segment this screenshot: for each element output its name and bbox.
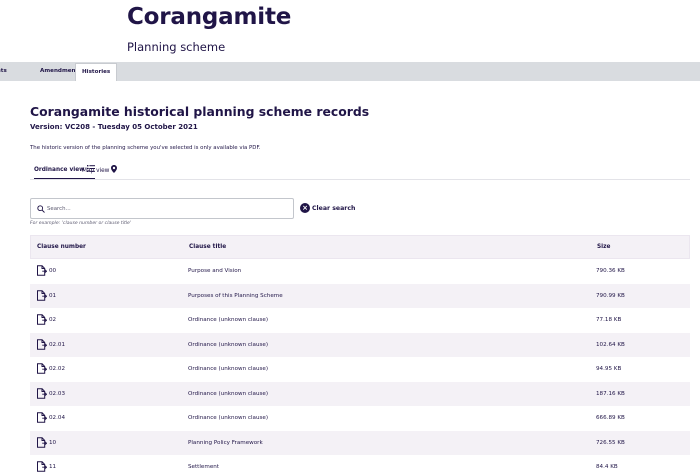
document-icon bbox=[37, 289, 47, 301]
clause-size: 790.36 KB bbox=[596, 268, 625, 274]
clause-size: 94.95 KB bbox=[596, 366, 622, 372]
clause-title: Planning Policy Framework bbox=[188, 439, 263, 446]
document-icon bbox=[37, 363, 47, 374]
search-box bbox=[30, 198, 294, 219]
clause-size: 726.55 KB bbox=[596, 439, 625, 446]
search-icon bbox=[37, 205, 45, 213]
table-row: 02 Ordinance (unknown clause) 77.18 KB bbox=[30, 308, 690, 333]
clauses-table: Clause number Clause title Size 00 Purpos… bbox=[30, 235, 690, 475]
version-label: Version: VC208 - Tuesday 05 October 2021 bbox=[30, 123, 198, 131]
clause-size: 666.89 KB bbox=[596, 415, 625, 421]
table-row: 02.04 Ordinance (unknown clause) 666.89 KB bbox=[30, 406, 690, 431]
map-view-tab[interactable]: Map view bbox=[82, 165, 118, 179]
table-row: 00 Purpose and Vision 790.36 KB bbox=[30, 259, 690, 284]
section-tab-bar: ents Amendments Histories bbox=[0, 62, 700, 81]
table-row: 02.02 Ordinance (unknown clause) 94.95 KB bbox=[30, 357, 690, 382]
clause-number-link[interactable]: 10 bbox=[49, 440, 56, 446]
clause-size: 84.4 KB bbox=[596, 464, 618, 470]
table-row: 01 Purposes of this Planning Scheme 790.99… bbox=[30, 283, 690, 308]
clause-number-link[interactable]: 02.03 bbox=[49, 391, 65, 397]
document-icon bbox=[37, 461, 47, 472]
clause-title: Ordinance (unknown clause) bbox=[188, 366, 269, 372]
search-input[interactable] bbox=[47, 202, 287, 215]
page-header: Corangamite Planning scheme bbox=[0, 0, 700, 62]
clause-title: Ordinance (unknown clause) bbox=[188, 415, 269, 421]
clause-number-link[interactable]: 11 bbox=[49, 464, 56, 470]
map-pin-icon bbox=[111, 165, 118, 173]
table-body: 00 Purpose and Vision 790.36 KB 01 Purposes … bbox=[30, 259, 690, 475]
clear-search-button[interactable]: × Clear search bbox=[300, 202, 355, 214]
table-row: 11 Settlement 84.4 KB bbox=[30, 455, 690, 475]
pdf-note: The historic version of the planning sch… bbox=[30, 145, 261, 151]
close-circle-icon: × bbox=[300, 203, 310, 213]
clause-title: Ordinance (unknown clause) bbox=[188, 317, 269, 323]
column-header-clause-title[interactable]: Clause title bbox=[189, 244, 226, 250]
tab-documents[interactable]: ents bbox=[0, 62, 12, 81]
map-view-label: Map view bbox=[82, 168, 110, 174]
clause-number-link[interactable]: 02 bbox=[49, 317, 56, 323]
clause-number-link[interactable]: 02.02 bbox=[49, 366, 65, 372]
page-title: Corangamite bbox=[127, 4, 292, 30]
clause-number-link[interactable]: 02.01 bbox=[49, 342, 65, 348]
clause-title: Ordinance (unknown clause) bbox=[188, 341, 269, 348]
clause-title: Purpose and Vision bbox=[188, 268, 242, 274]
document-icon bbox=[37, 265, 47, 276]
clause-title: Purposes of this Planning Scheme bbox=[188, 292, 283, 299]
ordinance-view-label: Ordinance view bbox=[34, 167, 85, 173]
view-tabs: Ordinance view Map view bbox=[30, 163, 690, 180]
table-row: 02.03 Ordinance (unknown clause) 187.16 KB bbox=[30, 381, 690, 406]
table-header: Clause number Clause title Size bbox=[30, 235, 690, 259]
clause-size: 187.16 KB bbox=[596, 390, 625, 397]
clause-size: 77.18 KB bbox=[596, 317, 622, 323]
column-header-clause-number[interactable]: Clause number bbox=[37, 244, 86, 250]
document-icon bbox=[37, 314, 47, 325]
document-icon bbox=[37, 412, 47, 423]
clause-size: 790.99 KB bbox=[596, 292, 625, 299]
document-icon bbox=[37, 338, 47, 350]
page-subtitle: Planning scheme bbox=[127, 40, 226, 54]
clause-title: Settlement bbox=[188, 464, 220, 470]
clause-title: Ordinance (unknown clause) bbox=[188, 390, 269, 397]
document-icon bbox=[37, 436, 47, 448]
clause-number-link[interactable]: 00 bbox=[49, 268, 56, 274]
clear-search-label: Clear search bbox=[312, 204, 356, 212]
clause-number-link[interactable]: 02.04 bbox=[49, 415, 65, 421]
tab-histories[interactable]: Histories bbox=[75, 63, 118, 81]
clause-size: 102.64 KB bbox=[596, 341, 625, 348]
table-row: 10 Planning Policy Framework 726.55 KB bbox=[30, 430, 690, 455]
column-header-size[interactable]: Size bbox=[597, 244, 610, 250]
table-row: 02.01 Ordinance (unknown clause) 102.64 KB bbox=[30, 332, 690, 357]
document-icon bbox=[37, 387, 47, 399]
search-hint: For example: 'clause number or clause ti… bbox=[30, 221, 132, 226]
clause-number-link[interactable]: 01 bbox=[49, 293, 56, 299]
records-heading: Corangamite historical planning scheme r… bbox=[30, 104, 370, 119]
